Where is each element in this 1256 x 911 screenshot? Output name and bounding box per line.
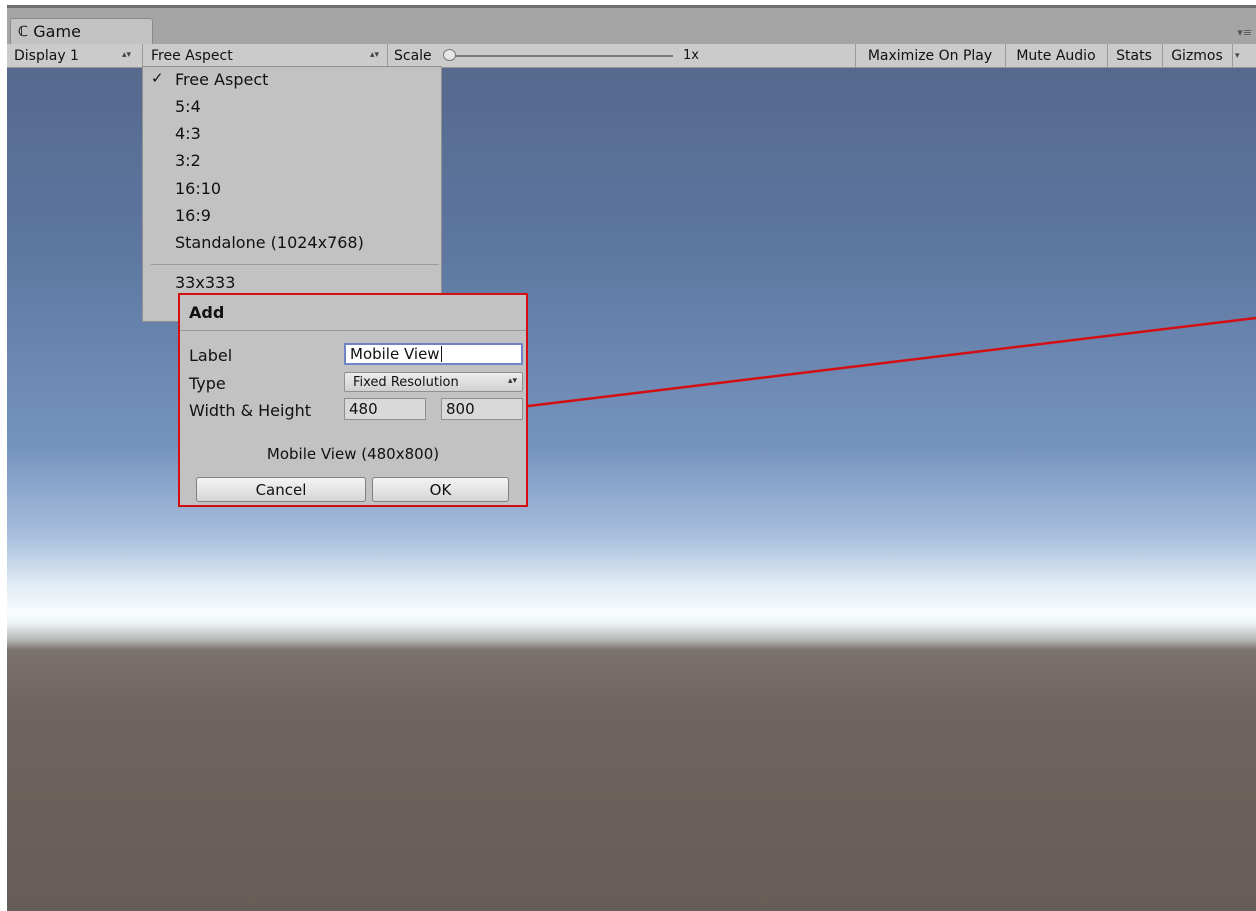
dropdown-item-free-aspect[interactable]: Free Aspect — [175, 68, 268, 90]
text-caret — [440, 346, 442, 362]
dropdown-item-custom-33x333[interactable]: 33x333 — [175, 271, 235, 293]
resolution-summary: Mobile View (480x800) — [266, 445, 440, 463]
label-field-label: Label — [189, 345, 233, 365]
width-input[interactable]: 480 — [344, 398, 426, 420]
label-input-value: Mobile View — [350, 345, 440, 363]
dropdown-item-3-2[interactable]: 3:2 — [175, 149, 201, 171]
check-icon: ✓ — [151, 69, 164, 87]
cancel-button[interactable]: Cancel — [196, 477, 366, 502]
dropdown-separator — [151, 264, 439, 265]
dropdown-item-4-3[interactable]: 4:3 — [175, 122, 201, 144]
dialog-title: Add — [189, 303, 225, 322]
type-field-label: Type — [189, 373, 226, 393]
add-resolution-dialog: Add Label Mobile View Type Fixed Resolut… — [178, 293, 528, 507]
aspect-dropdown-menu: ✓ Free Aspect 5:4 4:3 3:2 16:10 16:9 Sta… — [142, 66, 442, 322]
size-field-label: Width & Height — [189, 400, 312, 420]
dropdown-item-16-10[interactable]: 16:10 — [175, 177, 221, 199]
dropdown-item-5-4[interactable]: 5:4 — [175, 95, 201, 117]
label-input[interactable]: Mobile View — [344, 343, 523, 365]
type-select[interactable]: Fixed Resolution ▴▾ — [344, 372, 523, 392]
dropdown-item-standalone[interactable]: Standalone (1024x768) — [175, 231, 364, 253]
type-select-value: Fixed Resolution — [353, 374, 459, 390]
ok-button[interactable]: OK — [372, 477, 509, 502]
select-arrows-icon: ▴▾ — [507, 376, 517, 386]
height-input[interactable]: 800 — [441, 398, 523, 420]
dialog-header: Add — [180, 295, 526, 331]
dropdown-item-16-9[interactable]: 16:9 — [175, 204, 211, 226]
